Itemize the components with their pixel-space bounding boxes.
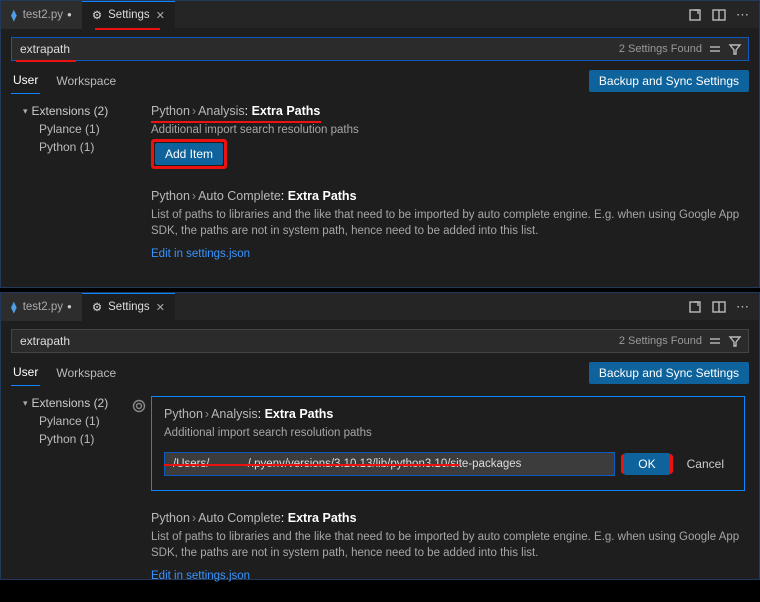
results-count: 2 Settings Found [613, 43, 708, 55]
backup-sync-button[interactable]: Backup and Sync Settings [589, 362, 749, 384]
setting-python-autocomplete-extra-paths: Python›Auto Complete: Extra Paths List o… [151, 189, 745, 260]
scope-user[interactable]: User [11, 359, 40, 386]
cancel-button[interactable]: Cancel [679, 457, 732, 471]
more-icon[interactable]: ⋯ [736, 299, 749, 315]
edit-in-settings-json-link[interactable]: Edit in settings.json [151, 248, 250, 260]
add-item-button[interactable]: Add Item [155, 143, 223, 165]
highlight-underline [95, 28, 160, 30]
filter-funnel-icon[interactable] [728, 334, 742, 348]
setting-description: Additional import search resolution path… [151, 122, 745, 139]
sidebar-extensions[interactable]: ▾ Extensions (2) [23, 104, 151, 118]
filter-list-icon[interactable] [708, 334, 722, 348]
tab-label: Settings [108, 301, 150, 313]
setting-description: Additional import search resolution path… [164, 425, 732, 442]
backup-sync-button[interactable]: Backup and Sync Settings [589, 70, 749, 92]
python-file-icon: ⧫ [11, 8, 17, 22]
setting-title: Python›Auto Complete: Extra Paths [151, 189, 745, 203]
tab-settings[interactable]: ⚙ Settings ✕ [82, 293, 175, 321]
highlight-underline [16, 60, 76, 62]
setting-description: List of paths to libraries and the like … [151, 207, 745, 240]
chevron-down-icon: ▾ [23, 398, 28, 409]
settings-icon: ⚙ [92, 300, 102, 314]
ok-button[interactable]: OK [624, 453, 669, 475]
sidebar-item-label: Extensions (2) [32, 396, 109, 410]
settings-content: Python›Analysis: Extra Paths Additional … [151, 396, 759, 602]
close-icon[interactable]: ✕ [156, 9, 165, 22]
setting-python-analysis-extra-paths: Python›Analysis: Extra Paths Additional … [151, 396, 745, 491]
title-actions: ⋯ [688, 299, 759, 315]
split-editor-icon[interactable] [712, 300, 726, 314]
setting-title: Python›Analysis: Extra Paths [164, 407, 732, 421]
settings-panel-before: ⧫ test2.py ● ⚙ Settings ✕ ⋯ 2 Settings F… [0, 0, 760, 288]
tab-bar: ⧫ test2.py ● ⚙ Settings ✕ ⋯ [1, 1, 759, 29]
tab-test2[interactable]: ⧫ test2.py ● [1, 1, 82, 29]
highlight-underline [151, 121, 321, 123]
chevron-down-icon: ▾ [23, 106, 28, 117]
tab-label: test2.py [23, 9, 63, 21]
open-json-icon[interactable] [688, 300, 702, 314]
settings-search[interactable]: 2 Settings Found [11, 329, 749, 353]
gear-icon[interactable] [132, 399, 146, 416]
modified-dot-icon: ● [67, 302, 72, 311]
filter-list-icon[interactable] [708, 42, 722, 56]
scope-row: User Workspace Backup and Sync Settings [11, 359, 749, 386]
sidebar-item-pylance[interactable]: Pylance (1) [23, 122, 151, 136]
settings-search[interactable]: 2 Settings Found [11, 37, 749, 61]
settings-content: Python›Analysis: Extra Paths Additional … [151, 104, 759, 280]
title-actions: ⋯ [688, 7, 759, 23]
python-file-icon: ⧫ [11, 300, 17, 314]
modified-dot-icon: ● [67, 10, 72, 19]
setting-title: Python›Auto Complete: Extra Paths [151, 511, 745, 525]
setting-python-autocomplete-extra-paths: Python›Auto Complete: Extra Paths List o… [151, 511, 745, 582]
close-icon[interactable]: ✕ [156, 301, 165, 314]
settings-panel-after: ⧫ test2.py ● ⚙ Settings ✕ ⋯ 2 Settings F… [0, 292, 760, 580]
tab-test2[interactable]: ⧫ test2.py ● [1, 293, 82, 321]
sidebar-item-label: Extensions (2) [32, 104, 109, 118]
search-input[interactable] [12, 42, 613, 56]
setting-title: Python›Analysis: Extra Paths [151, 104, 745, 118]
sidebar-item-python[interactable]: Python (1) [23, 432, 151, 446]
open-json-icon[interactable] [688, 8, 702, 22]
edit-in-settings-json-link[interactable]: Edit in settings.json [151, 570, 250, 582]
setting-description: List of paths to libraries and the like … [151, 529, 745, 562]
tab-label: test2.py [23, 301, 63, 313]
scope-workspace[interactable]: Workspace [54, 68, 118, 94]
sidebar-item-pylance[interactable]: Pylance (1) [23, 414, 151, 428]
more-icon[interactable]: ⋯ [736, 7, 749, 23]
settings-icon: ⚙ [92, 8, 102, 22]
settings-sidebar: ▾ Extensions (2) Pylance (1) Python (1) [1, 104, 151, 280]
settings-sidebar: ▾ Extensions (2) Pylance (1) Python (1) [1, 396, 151, 602]
split-editor-icon[interactable] [712, 8, 726, 22]
tab-bar: ⧫ test2.py ● ⚙ Settings ✕ ⋯ [1, 293, 759, 321]
sidebar-item-python[interactable]: Python (1) [23, 140, 151, 154]
scope-row: User Workspace Backup and Sync Settings [11, 67, 749, 94]
highlight-underline [164, 464, 459, 466]
filter-funnel-icon[interactable] [728, 42, 742, 56]
search-input[interactable] [12, 334, 613, 348]
setting-python-analysis-extra-paths: Python›Analysis: Extra Paths Additional … [151, 104, 745, 169]
scope-workspace[interactable]: Workspace [54, 360, 118, 386]
results-count: 2 Settings Found [613, 335, 708, 347]
tab-settings[interactable]: ⚙ Settings ✕ [82, 1, 175, 29]
highlight-box: Add Item [151, 139, 227, 169]
scope-user[interactable]: User [11, 67, 40, 94]
tab-label: Settings [108, 9, 150, 21]
highlight-box: OK [621, 454, 672, 474]
